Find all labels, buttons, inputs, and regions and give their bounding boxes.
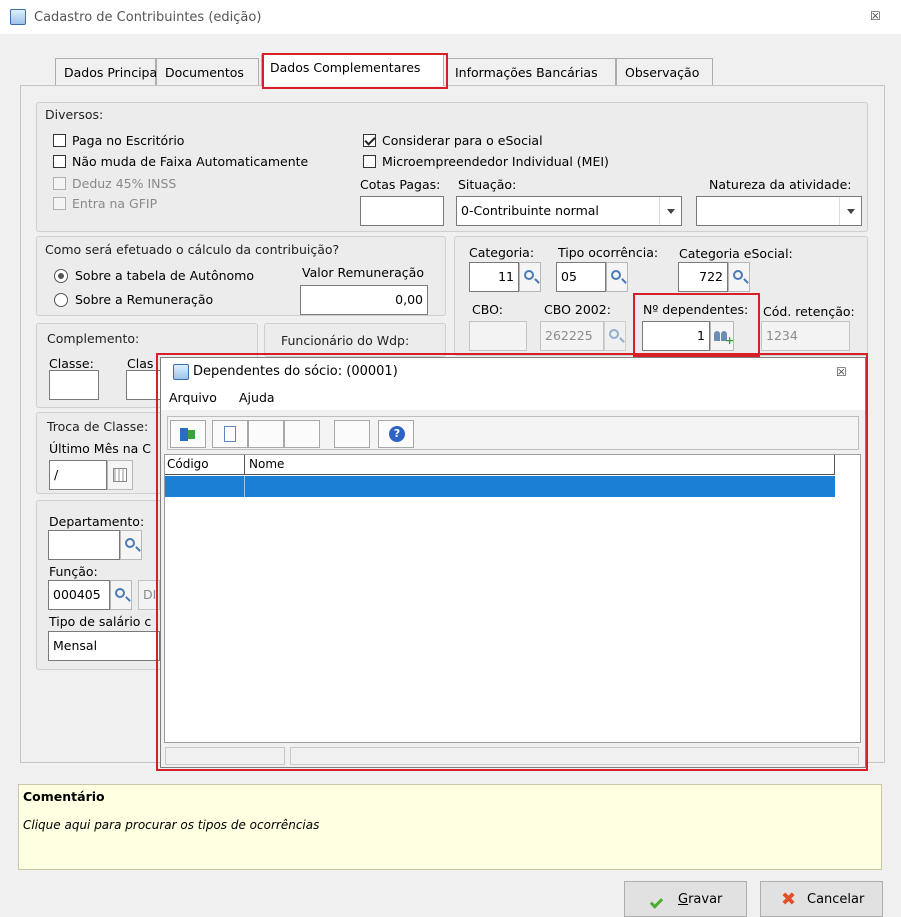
categoria-esocial-search-button[interactable]: [728, 262, 750, 292]
entra-gfip-label: Entra na GFIP: [72, 196, 158, 211]
natureza-select[interactable]: [696, 196, 862, 226]
cotas-pagas-input[interactable]: [360, 196, 444, 226]
tab-documentos[interactable]: Documentos: [156, 58, 259, 86]
classe-label: Classe:: [49, 356, 94, 371]
nao-muda-faixa-label: Não muda de Faixa Automaticamente: [72, 154, 309, 169]
situacao-select[interactable]: 0-Contribuinte normal: [456, 196, 682, 226]
troca-classe-title: Troca de Classe:: [47, 419, 149, 434]
considerar-esocial-label: Considerar para o eSocial: [382, 133, 543, 148]
cancel-icon: ✖: [781, 889, 797, 910]
chevron-down-icon[interactable]: [659, 197, 681, 225]
checkmark-icon: [649, 895, 664, 909]
funcionario-wdp-title: Funcionário do Wdp:: [281, 333, 410, 348]
tipo-ocorrencia-input[interactable]: 05: [556, 262, 606, 292]
cbo2002-input: 262225: [540, 321, 604, 351]
categoria-input[interactable]: 11: [469, 262, 519, 292]
classe-input[interactable]: [49, 370, 99, 400]
ultimo-mes-label: Último Mês na C: [49, 441, 152, 456]
departamento-search-button[interactable]: [120, 530, 142, 560]
cbo-input: [469, 321, 527, 351]
departamento-label: Departamento:: [49, 514, 145, 529]
tipo-ocorrencia-label: Tipo ocorrência:: [558, 245, 659, 260]
window-title: Cadastro de Contribuintes (edição): [34, 10, 262, 25]
search-icon: [115, 588, 125, 598]
paga-escritorio-checkbox[interactable]: [53, 134, 66, 147]
situacao-value: 0-Contribuinte normal: [461, 203, 599, 218]
valor-remuneracao-input[interactable]: 0,00: [300, 285, 428, 315]
tab-observacao[interactable]: Observação: [616, 58, 713, 86]
group-complemento-title: Complemento:: [47, 331, 140, 346]
chevron-down-icon[interactable]: [839, 197, 861, 225]
calendar-icon: [113, 468, 127, 482]
cbo2002-search-button: [604, 321, 626, 351]
comment-panel[interactable]: Comentário Clique aqui para procurar os …: [18, 784, 882, 870]
calendar-button[interactable]: [107, 460, 133, 490]
main-window: Cadastro de Contribuintes (edição) ☒ Dad…: [0, 0, 901, 917]
clas-label: Clas: [127, 356, 154, 371]
paga-escritorio-label: Paga no Escritório: [72, 133, 185, 148]
tab-informacoes-bancarias[interactable]: Informações Bancárias: [446, 58, 616, 86]
tipo-salario-select[interactable]: Mensal: [48, 631, 160, 661]
ultimo-mes-input[interactable]: /: [49, 460, 107, 490]
gravar-label: Gravar: [678, 892, 723, 907]
radio-remuneracao-label: Sobre a Remuneração: [75, 292, 214, 307]
radio-tabela-label: Sobre a tabela de Autônomo: [75, 268, 254, 283]
highlight-dialog: [156, 353, 868, 771]
cotas-pagas-label: Cotas Pagas:: [360, 177, 441, 192]
cbo-label: CBO:: [472, 302, 503, 317]
cod-retencao-input: 1234: [761, 321, 850, 351]
search-icon: [125, 538, 135, 548]
categoria-label: Categoria:: [469, 245, 535, 260]
comment-text: Clique aqui para procurar os tipos de oc…: [23, 818, 320, 832]
search-icon: [609, 329, 619, 339]
funcao-label: Função:: [49, 564, 98, 579]
categoria-search-button[interactable]: [519, 262, 541, 292]
mei-checkbox[interactable]: [363, 155, 376, 168]
situacao-label: Situação:: [458, 177, 517, 192]
comment-title: Comentário: [23, 789, 105, 804]
categoria-esocial-input[interactable]: 722: [678, 262, 728, 292]
entra-gfip-checkbox: [53, 197, 66, 210]
considerar-esocial-checkbox[interactable]: [363, 134, 376, 147]
departamento-input[interactable]: [48, 530, 120, 560]
categoria-esocial-label: Categoria eSocial:: [679, 246, 793, 261]
highlight-tab: [262, 53, 448, 89]
group-diversos-title: Diversos:: [45, 107, 104, 122]
deduz-inss-label: Deduz 45% INSS: [72, 176, 177, 191]
mei-label: Microempreendedor Individual (MEI): [382, 154, 609, 169]
deduz-inss-checkbox: [53, 177, 66, 190]
group-calculo-title: Como será efetuado o cálculo da contribu…: [45, 242, 340, 257]
nao-muda-faixa-checkbox[interactable]: [53, 155, 66, 168]
title-bar: Cadastro de Contribuintes (edição) ☒: [0, 0, 901, 34]
cancelar-button[interactable]: ✖ Cancelar: [760, 881, 883, 917]
close-icon[interactable]: ☒: [870, 9, 881, 23]
search-icon: [524, 270, 534, 280]
tipo-ocorrencia-search-button[interactable]: [606, 262, 628, 292]
search-icon: [611, 270, 621, 280]
highlight-dependentes: [633, 293, 760, 357]
valor-remuneracao-label: Valor Remuneração: [302, 265, 424, 280]
cbo2002-label: CBO 2002:: [544, 302, 611, 317]
gravar-button[interactable]: Gravar: [624, 881, 747, 917]
cod-retencao-label: Cód. retenção:: [763, 304, 855, 319]
radio-remuneracao[interactable]: [54, 293, 68, 307]
radio-tabela-autonomo[interactable]: [54, 269, 68, 283]
funcao-search-button[interactable]: [110, 580, 132, 610]
tab-dados-principais[interactable]: Dados Principais: [55, 58, 167, 86]
tipo-salario-label: Tipo de salário c: [49, 614, 152, 629]
cancelar-label: Cancelar: [807, 892, 865, 907]
search-icon: [733, 270, 743, 280]
app-icon: [10, 9, 26, 25]
natureza-label: Natureza da atividade:: [709, 177, 852, 192]
funcao-input[interactable]: 000405: [48, 580, 110, 610]
